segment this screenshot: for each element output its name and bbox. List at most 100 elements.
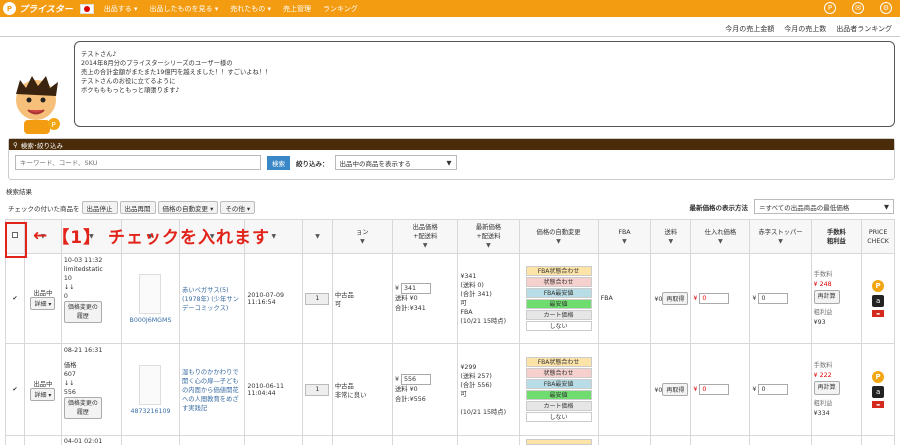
auto-price-change-button[interactable]: 価格の自動変更 ▾ [157,201,219,214]
pricecheck-p-icon[interactable]: P [872,280,885,292]
top-navbar: P プライスター 出品する ▾ 出品したものを見る ▾ 売れたもの ▾ 売上管理… [0,0,900,17]
sublinks: 今月の売上金額 今月の売上数 出品者ランキング [725,24,892,34]
detail-button[interactable]: 詳細 ▾ [30,296,56,310]
auto-fba-condition-match-option[interactable] [525,439,592,445]
latest-price-select[interactable]: ＝すべての出品商品の最低価格 ▼ [754,199,894,214]
mascot-icon: P [16,76,60,134]
keyword-search-input[interactable] [15,155,261,170]
filter-select[interactable]: 出品中の商品を表示する ▼ [334,155,457,170]
auto-condition-match-option[interactable]: 状態合わせ [525,277,592,287]
stop-listing-button[interactable]: 出品停止 [81,201,118,214]
filter-label: 絞り込み： [296,159,329,168]
column-header-listing-price[interactable]: 出品価格 +配送料 ▼ [391,219,459,254]
dropdown-arrow-icon: ▼ [446,158,452,167]
auto-cart-price-option[interactable]: カート価格 [525,401,592,411]
monthly-sales-amount-link[interactable]: 今月の売上金額 [725,24,774,34]
recalc-button[interactable]: 再計算 [813,289,840,304]
bulk-toolbar: チェックの付いた商品を 出品停止 出品再開 価格の自動変更 ▾ その他 ▾ [8,201,256,214]
arrow-left-icon: ← [33,225,49,246]
message-bubble: テストさん♪ 2014年8月分のプライスターシリーズのユーザー様の 売上の合計金… [74,41,895,127]
stopper-input[interactable]: 0 [758,293,789,304]
auto-none-option[interactable]: しない [525,321,592,331]
nav-item-ranking[interactable]: ランキング [323,4,358,14]
product-image[interactable] [139,273,162,314]
nav-item-sold[interactable]: 売れたもの ▾ [230,4,271,14]
auto-lowest-option[interactable]: 最安値 [525,299,592,309]
dropdown-arrow-icon: ▼ [884,202,889,211]
table-row: ✔ 出品中 詳細 ▾ 10-03 11:32 limitedstatic 10 … [5,253,895,344]
resume-listing-button[interactable]: 出品再開 [119,201,156,214]
amazon-icon[interactable]: a [872,295,885,307]
auto-none-option[interactable]: しない [525,412,592,422]
auto-fba-lowest-option[interactable]: FBA最安値 [525,288,592,298]
store-icon[interactable]: ▬ [872,310,885,317]
column-header-price-check: PRICE CHECK [861,219,895,254]
store-icon[interactable]: ▬ [872,401,885,408]
table-row: ✔ 出品中 詳細 ▾ 08-21 16:31 価格 607 ↓↓ 556 価格変… [5,343,895,436]
refetch-button[interactable]: 再取得 [662,383,689,396]
product-title-link[interactable]: 湿もりのかかわりで開く心の扉―子どもの内面から価値開花への人間教育をめざす実践記 [182,369,239,412]
refetch-button[interactable]: 再取得 [662,292,689,305]
cost-price-input[interactable]: 0 [699,293,730,304]
search-button[interactable]: 検索 [267,155,290,170]
column-header[interactable]: ▼ [302,219,333,254]
amazon-icon[interactable]: a [872,386,885,398]
annotation-highlight-box [5,222,27,258]
auto-fba-condition-match-option[interactable]: FBA状態合わせ [525,357,592,367]
logo-mark-icon: P [3,2,16,15]
japan-flag-icon[interactable] [79,3,94,14]
search-panel: ⚲ 検索･絞り込み 検索 絞り込み： 出品中の商品を表示する ▼ [8,138,895,180]
auto-cart-price-option[interactable]: カート価格 [525,310,592,320]
divider [0,36,900,37]
search-icon: ⚲ [13,140,18,149]
mail-icon[interactable]: ✉ [852,2,864,14]
gear-icon[interactable]: ⚙ [880,2,892,14]
row-checkbox[interactable]: ✔ [12,386,17,393]
nav-item-sales[interactable]: 売上管理 [283,4,311,14]
quantity-field[interactable]: 1 [305,292,330,305]
other-actions-button[interactable]: その他 ▾ [220,201,256,214]
column-header-shipping[interactable]: 送料 ▼ [650,219,692,254]
seller-ranking-link[interactable]: 出品者ランキング [836,24,892,34]
auto-condition-match-option[interactable]: 状態合わせ [525,368,592,378]
points-icon[interactable]: P [824,2,836,14]
column-header-fba[interactable]: FBA ▼ [597,219,652,254]
column-header-auto-price[interactable]: 価格の自動変更 ▼ [518,219,599,254]
price-history-button[interactable]: 価格変更の 履歴 [63,301,102,323]
auto-lowest-option[interactable]: 最安値 [525,390,592,400]
column-header-fee[interactable]: 手数料 粗利益 [810,219,863,254]
cost-price-input[interactable]: 0 [699,384,730,395]
auto-fba-condition-match-option[interactable]: FBA状態合わせ [525,266,592,276]
column-header-stopper[interactable]: 赤字ストッパー ▼ [749,219,812,254]
column-header-latest-price[interactable]: 最新価格 +配送料 ▼ [457,219,520,254]
price-history-button[interactable]: 価格変更の 履歴 [63,397,102,419]
listings-table: ▼ ▼ ▼ ▼ ▼ ▼ ョン ▼ 出品価格 +配送料 ▼ 最新価格 +配送料 ▼ 価格… [5,219,895,445]
table-row: 04-01 02:01 [5,435,895,445]
nav-right-icons: P ✉ ⚙ [824,2,892,14]
detail-button[interactable]: 詳細 ▾ [30,387,56,401]
product-image[interactable] [139,364,162,405]
auto-fba-lowest-option[interactable]: FBA最安値 [525,379,592,389]
nav-item-list[interactable]: 出品する ▾ [104,4,138,14]
product-title-link[interactable]: 赤いペガサス(5) (1978年) (少年サンデーコミックス) [182,287,239,312]
column-header-condition[interactable]: ョン ▼ [331,219,393,254]
annotation-callout: ← 【1】 チェックを入れます [33,225,270,249]
svg-text:P: P [52,121,56,129]
latest-price-display: 最新価格の表示方法 ＝すべての出品商品の最低価格 ▼ [690,199,894,214]
nav-item-listed[interactable]: 出品したものを見る ▾ [149,4,218,14]
quantity-field[interactable]: 1 [305,383,330,396]
listing-price-input[interactable]: 341 [401,283,431,294]
recalc-button[interactable]: 再計算 [813,380,840,395]
pricecheck-p-icon[interactable]: P [872,371,885,383]
column-header-cost[interactable]: 仕入れ価格 ▼ [690,219,751,254]
listing-price-input[interactable]: 556 [401,374,431,385]
row-checkbox[interactable]: ✔ [12,295,17,302]
asin-link[interactable]: 4873216109 [130,408,170,415]
monthly-sales-count-link[interactable]: 今月の売上数 [784,24,826,34]
main-nav: 出品する ▾ 出品したものを見る ▾ 売れたもの ▾ 売上管理 ランキング [104,4,358,14]
results-label: 検索結果 [6,188,32,196]
asin-link[interactable]: B000J6MGMS [130,317,172,324]
stopper-input[interactable]: 0 [758,384,789,395]
search-panel-header: ⚲ 検索･絞り込み [9,139,894,150]
logo[interactable]: P プライスター [3,2,94,15]
